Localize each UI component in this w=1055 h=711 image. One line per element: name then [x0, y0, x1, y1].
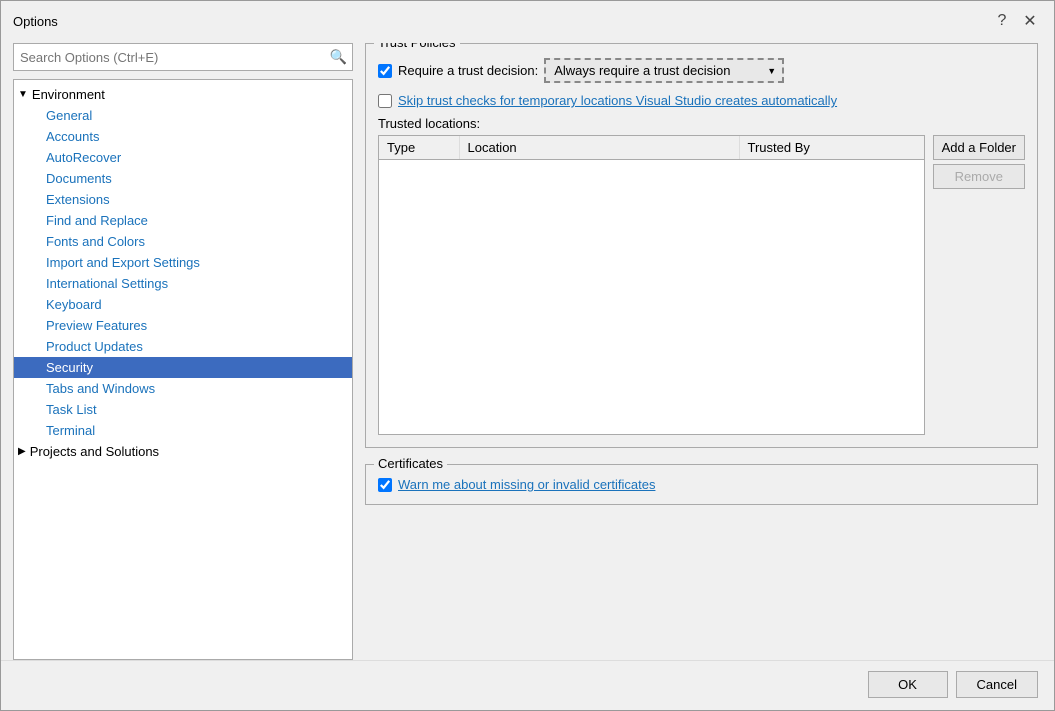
options-dialog: Options ? ✕ 🔍 ▼ Environment General Acco…: [0, 0, 1055, 711]
trusted-table-container: Type Location Trusted By: [378, 135, 925, 435]
certificates-title: Certificates: [374, 456, 447, 471]
skip-trust-row: Skip trust checks for temporary location…: [378, 93, 1025, 108]
tree-item-terminal[interactable]: Terminal: [14, 420, 352, 441]
tree-item-international[interactable]: International Settings: [14, 273, 352, 294]
dialog-body: 🔍 ▼ Environment General Accounts AutoRec…: [1, 37, 1054, 660]
remove-button[interactable]: Remove: [933, 164, 1025, 189]
tree-item-keyboard[interactable]: Keyboard: [14, 294, 352, 315]
require-trust-checkbox[interactable]: [378, 64, 392, 78]
trusted-table: Type Location Trusted By: [379, 136, 924, 160]
table-buttons: Add a Folder Remove: [933, 135, 1025, 435]
trust-decision-dropdown[interactable]: Always require a trust decision: [544, 58, 784, 83]
tree-item-preview[interactable]: Preview Features: [14, 315, 352, 336]
projects-label: Projects and Solutions: [30, 444, 159, 459]
title-bar-controls: ? ✕: [990, 9, 1042, 33]
close-button[interactable]: ✕: [1018, 9, 1042, 33]
tree-item-find-replace[interactable]: Find and Replace: [14, 210, 352, 231]
tree-item-extensions[interactable]: Extensions: [14, 189, 352, 210]
tree-section-environment[interactable]: ▼ Environment: [14, 84, 352, 105]
tree-item-documents[interactable]: Documents: [14, 168, 352, 189]
left-panel: 🔍 ▼ Environment General Accounts AutoRec…: [13, 43, 353, 660]
require-trust-row: Require a trust decision: Always require…: [378, 58, 1025, 83]
warn-cert-row: Warn me about missing or invalid certifi…: [378, 477, 1025, 492]
tree-item-fonts-colors[interactable]: Fonts and Colors: [14, 231, 352, 252]
environment-arrow: ▼: [18, 89, 28, 100]
tree-item-tabs-windows[interactable]: Tabs and Windows: [14, 378, 352, 399]
trust-policies-title: Trust Policies: [374, 43, 460, 50]
require-trust-label: Require a trust decision:: [398, 63, 538, 78]
skip-trust-label: Skip trust checks for temporary location…: [398, 93, 837, 108]
skip-trust-link-text: Skip trust checks for temporary location…: [398, 93, 837, 108]
tree-item-product-updates[interactable]: Product Updates: [14, 336, 352, 357]
tree-item-autorecover[interactable]: AutoRecover: [14, 147, 352, 168]
certificates-section: Certificates Warn me about missing or in…: [365, 464, 1038, 505]
tree-item-security[interactable]: Security: [14, 357, 352, 378]
environment-label: Environment: [32, 87, 105, 102]
tree-item-accounts[interactable]: Accounts: [14, 126, 352, 147]
warn-cert-link-text: Warn me about missing or invalid certifi…: [398, 477, 655, 492]
search-box: 🔍: [13, 43, 353, 71]
col-location: Location: [459, 136, 739, 160]
tree-item-task-list[interactable]: Task List: [14, 399, 352, 420]
tree: ▼ Environment General Accounts AutoRecov…: [13, 79, 353, 660]
tree-item-import-export[interactable]: Import and Export Settings: [14, 252, 352, 273]
dialog-title: Options: [13, 14, 58, 29]
help-button[interactable]: ?: [990, 9, 1014, 33]
trusted-locations-label: Trusted locations:: [378, 116, 1025, 131]
search-input[interactable]: [13, 43, 353, 71]
cancel-button[interactable]: Cancel: [956, 671, 1038, 698]
col-trusted-by: Trusted By: [739, 136, 924, 160]
skip-trust-checkbox[interactable]: [378, 94, 392, 108]
col-type: Type: [379, 136, 459, 160]
projects-arrow: ▶: [18, 446, 26, 457]
trusted-locations-wrapper: Type Location Trusted By: [378, 135, 1025, 435]
trust-policies-section: Trust Policies Require a trust decision:…: [365, 43, 1038, 448]
add-folder-button[interactable]: Add a Folder: [933, 135, 1025, 160]
trusted-locations-section: Trusted locations: Type Location Trusted…: [378, 116, 1025, 435]
right-panel: Trust Policies Require a trust decision:…: [361, 43, 1042, 660]
warn-cert-checkbox[interactable]: [378, 478, 392, 492]
ok-button[interactable]: OK: [868, 671, 948, 698]
tree-item-general[interactable]: General: [14, 105, 352, 126]
warn-cert-label: Warn me about missing or invalid certifi…: [398, 477, 655, 492]
title-bar: Options ? ✕: [1, 1, 1054, 37]
dialog-footer: OK Cancel: [1, 660, 1054, 710]
tree-section-projects[interactable]: ▶ Projects and Solutions: [14, 441, 352, 462]
